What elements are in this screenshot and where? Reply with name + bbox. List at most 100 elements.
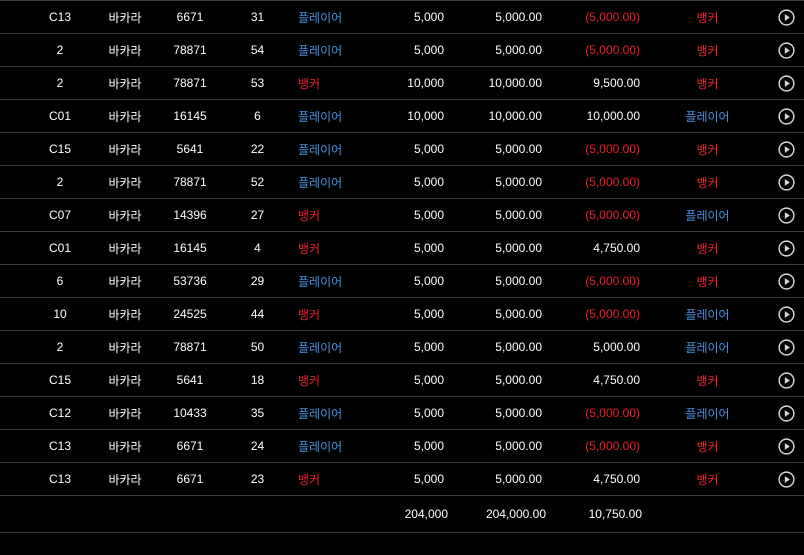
bet-choice-cell: 플레이어 <box>298 175 343 190</box>
valid-bet-cell: 5,000.00 <box>495 274 542 288</box>
table-name-cell: C13 <box>48 10 71 24</box>
bet-choice-cell: 플레이어 <box>298 109 343 124</box>
replay-button[interactable] <box>772 298 800 330</box>
win-loss-cell: (5,000.00) <box>585 175 640 189</box>
replay-button[interactable] <box>772 100 800 132</box>
replay-button[interactable] <box>772 331 800 363</box>
table-name-cell: 2 <box>56 175 64 189</box>
bet-amount-cell: 5,000 <box>413 472 444 486</box>
table-row: 2 바카라 78871 52 플레이어 5,000 5,000.00 (5,00… <box>0 166 804 199</box>
play-circle-icon[interactable] <box>777 404 795 422</box>
round-number-cell: 22 <box>250 142 265 156</box>
game-type-cell: 바카라 <box>108 109 142 124</box>
game-result-cell: 뱅커 <box>696 43 719 58</box>
bet-choice-cell: 플레이어 <box>298 43 343 58</box>
table-name-cell: C12 <box>48 406 71 420</box>
game-type-cell: 바카라 <box>108 76 142 91</box>
bet-choice-cell: 플레이어 <box>298 439 343 454</box>
win-loss-cell: (5,000.00) <box>585 208 640 222</box>
bet-amount-cell: 5,000 <box>413 208 444 222</box>
room-id-cell: 5641 <box>176 142 204 156</box>
total-valid-bet: 204,000.00 <box>485 507 546 521</box>
play-circle-icon[interactable] <box>777 272 795 290</box>
replay-button[interactable] <box>772 265 800 297</box>
replay-button[interactable] <box>772 364 800 396</box>
game-type-cell: 바카라 <box>108 274 142 289</box>
valid-bet-cell: 5,000.00 <box>495 208 542 222</box>
win-loss-cell: (5,000.00) <box>585 43 640 57</box>
play-circle-icon[interactable] <box>777 239 795 257</box>
table-row: C13 바카라 6671 24 플레이어 5,000 5,000.00 (5,0… <box>0 430 804 463</box>
round-number-cell: 23 <box>250 472 265 486</box>
game-type-cell: 바카라 <box>108 142 142 157</box>
replay-button[interactable] <box>772 232 800 264</box>
table-row: 2 바카라 78871 50 플레이어 5,000 5,000.00 5,000… <box>0 331 804 364</box>
round-number-cell: 24 <box>250 439 265 453</box>
room-id-cell: 6671 <box>176 472 204 486</box>
bet-amount-cell: 5,000 <box>413 142 444 156</box>
round-number-cell: 31 <box>250 10 265 24</box>
round-number-cell: 6 <box>254 109 261 123</box>
bet-choice-cell: 플레이어 <box>298 142 343 157</box>
game-result-cell: 뱅커 <box>696 439 719 454</box>
valid-bet-cell: 5,000.00 <box>495 142 542 156</box>
bet-choice-cell: 뱅커 <box>298 241 321 256</box>
replay-button[interactable] <box>772 34 800 66</box>
play-circle-icon[interactable] <box>777 305 795 323</box>
valid-bet-cell: 5,000.00 <box>495 439 542 453</box>
replay-button[interactable] <box>772 430 800 462</box>
round-number-cell: 18 <box>250 373 265 387</box>
play-circle-icon[interactable] <box>777 74 795 92</box>
bet-amount-cell: 5,000 <box>413 43 444 57</box>
table-row: 2 바카라 78871 53 뱅커 10,000 10,000.00 9,500… <box>0 67 804 100</box>
table-row: 2 바카라 78871 54 플레이어 5,000 5,000.00 (5,00… <box>0 34 804 67</box>
bet-amount-cell: 10,000 <box>407 109 444 123</box>
replay-button[interactable] <box>772 397 800 429</box>
play-circle-icon[interactable] <box>777 173 795 191</box>
table-name-cell: C15 <box>48 142 71 156</box>
win-loss-cell: 5,000.00 <box>593 340 640 354</box>
replay-button[interactable] <box>772 133 800 165</box>
game-result-cell: 뱅커 <box>696 76 719 91</box>
replay-button[interactable] <box>772 166 800 198</box>
table-name-cell: 6 <box>56 274 64 288</box>
play-circle-icon[interactable] <box>777 41 795 59</box>
valid-bet-cell: 10,000.00 <box>488 76 542 90</box>
room-id-cell: 78871 <box>173 175 207 189</box>
valid-bet-cell: 5,000.00 <box>495 340 542 354</box>
table-name-cell: C01 <box>48 241 71 255</box>
play-circle-icon[interactable] <box>777 206 795 224</box>
round-number-cell: 52 <box>250 175 265 189</box>
play-circle-icon[interactable] <box>777 470 795 488</box>
table-row: C07 바카라 14396 27 뱅커 5,000 5,000.00 (5,00… <box>0 199 804 232</box>
play-circle-icon[interactable] <box>777 140 795 158</box>
play-circle-icon[interactable] <box>777 107 795 125</box>
play-circle-icon[interactable] <box>777 371 795 389</box>
game-type-cell: 바카라 <box>108 307 142 322</box>
round-number-cell: 53 <box>250 76 265 90</box>
total-bet-amount: 204,000 <box>404 507 448 521</box>
win-loss-cell: 10,000.00 <box>586 109 640 123</box>
bet-history-table: C13 바카라 6671 31 플레이어 5,000 5,000.00 (5,0… <box>0 0 804 533</box>
bet-choice-cell: 뱅커 <box>298 76 321 91</box>
totals-row: 204,000 204,000.00 10,750.00 <box>0 496 804 533</box>
round-number-cell: 27 <box>250 208 265 222</box>
game-result-cell: 플레이어 <box>685 208 730 223</box>
valid-bet-cell: 5,000.00 <box>495 10 542 24</box>
table-row: C13 바카라 6671 23 뱅커 5,000 5,000.00 4,750.… <box>0 463 804 496</box>
replay-button[interactable] <box>772 67 800 99</box>
replay-button[interactable] <box>772 463 800 495</box>
play-circle-icon[interactable] <box>777 8 795 26</box>
bet-choice-cell: 플레이어 <box>298 406 343 421</box>
win-loss-cell: 4,750.00 <box>593 241 640 255</box>
play-circle-icon[interactable] <box>777 338 795 356</box>
bet-choice-cell: 뱅커 <box>298 208 321 223</box>
game-result-cell: 플레이어 <box>685 406 730 421</box>
replay-button[interactable] <box>772 1 800 33</box>
bet-amount-cell: 5,000 <box>413 307 444 321</box>
game-type-cell: 바카라 <box>108 10 142 25</box>
bet-choice-cell: 플레이어 <box>298 340 343 355</box>
game-type-cell: 바카라 <box>108 472 142 487</box>
play-circle-icon[interactable] <box>777 437 795 455</box>
replay-button[interactable] <box>772 199 800 231</box>
